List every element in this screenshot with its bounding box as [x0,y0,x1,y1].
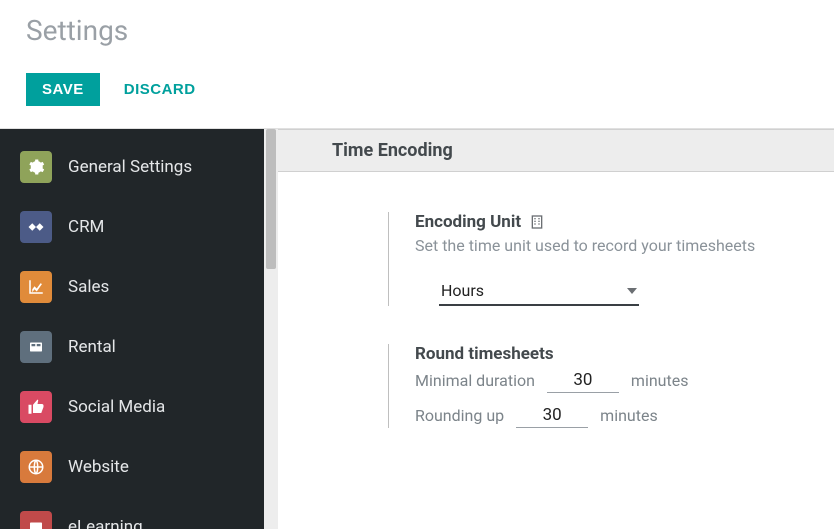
sidebar-item-social-media[interactable]: Social Media [0,377,264,437]
handshake-icon [20,211,52,243]
sidebar-item-label: Website [68,457,129,477]
block-round-timesheets: Round timesheets Minimal duration minute… [388,344,814,428]
sidebar-item-label: Rental [68,337,116,357]
encoding-unit-subtitle: Set the time unit used to record your ti… [415,236,814,255]
elearning-icon [20,511,52,529]
encoding-unit-select[interactable]: Hours [439,277,639,306]
sidebar-item-label: CRM [68,217,104,237]
action-bar: SAVE DISCARD [26,73,808,106]
globe-icon [20,451,52,483]
sidebar-item-label: General Settings [68,157,192,177]
round-timesheets-title: Round timesheets [415,344,554,364]
chevron-down-icon [627,288,637,294]
rounding-up-input[interactable] [516,403,588,428]
chart-icon [20,271,52,303]
save-button[interactable]: SAVE [26,73,100,106]
page-title: Settings [26,14,808,47]
sidebar-scrollbar[interactable] [264,129,278,529]
thumbs-up-icon [20,391,52,423]
sidebar-item-elearning[interactable]: eLearning [0,497,264,529]
discard-button[interactable]: DISCARD [124,81,196,98]
minimal-duration-unit: minutes [631,371,689,390]
minimal-duration-label: Minimal duration [415,371,535,390]
block-encoding-unit: Encoding Unit Set the time unit used to … [388,212,814,306]
section-heading-time-encoding: Time Encoding [278,129,834,172]
company-icon [529,214,545,230]
minimal-duration-input[interactable] [547,368,619,393]
sidebar-item-general-settings[interactable]: General Settings [0,137,264,197]
rounding-up-unit: minutes [600,406,658,425]
sidebar-item-sales[interactable]: Sales [0,257,264,317]
encoding-unit-title: Encoding Unit [415,212,521,232]
sidebar-item-label: Sales [68,277,109,297]
scrollbar-thumb[interactable] [266,129,276,269]
sidebar-item-website[interactable]: Website [0,437,264,497]
sidebar-item-label: eLearning [68,517,143,529]
rental-icon [20,331,52,363]
sidebar-item-label: Social Media [68,397,165,417]
rounding-up-label: Rounding up [415,406,504,425]
settings-sidebar: General Settings CRM Sales Rental [0,129,264,529]
sidebar-item-crm[interactable]: CRM [0,197,264,257]
encoding-unit-value: Hours [441,281,484,300]
gear-icon [20,151,52,183]
sidebar-item-rental[interactable]: Rental [0,317,264,377]
main-panel: Time Encoding Encoding Unit Set the time… [278,129,834,529]
